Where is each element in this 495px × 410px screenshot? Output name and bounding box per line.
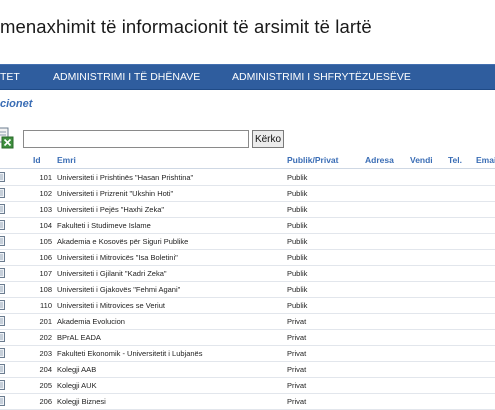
cell-name[interactable]: Kolegji Biznesi	[57, 397, 106, 406]
cell-public-private: Privat	[287, 333, 307, 342]
edit-record-icon[interactable]	[0, 300, 5, 310]
cell-id: 105	[39, 237, 52, 246]
cell-name[interactable]: Universiteti i Gjilanit "Kadri Zeka"	[57, 269, 167, 278]
edit-record-icon[interactable]	[0, 396, 5, 406]
column-header-country[interactable]: Vendi	[410, 155, 433, 165]
cell-name[interactable]: Universiteti i Gjakovës "Fehmi Agani"	[57, 285, 180, 294]
cell-name[interactable]: Akademia Evolucion	[57, 317, 125, 326]
cell-public-private: Publik	[287, 205, 308, 214]
table-row[interactable]: 206 Kolegji Biznesi Privat	[0, 393, 495, 410]
search-button[interactable]: Kërko	[252, 130, 284, 148]
column-header-name[interactable]: Emri	[57, 155, 76, 165]
cell-name[interactable]: Universiteti i Pejës "Haxhi Zeka"	[57, 205, 164, 214]
nav-item-tet[interactable]: TET	[0, 71, 20, 83]
edit-record-icon[interactable]	[0, 236, 5, 246]
cell-public-private: Privat	[287, 365, 307, 374]
app-title: menaxhimit të informacionit të arsimit t…	[0, 16, 372, 37]
table-row[interactable]: 108 Universiteti i Gjakovës "Fehmi Agani"…	[0, 281, 495, 298]
column-header-address[interactable]: Adresa	[365, 155, 394, 165]
cell-name[interactable]: Universiteti i Prizrenit "Ukshin Hoti"	[57, 189, 173, 198]
edit-record-icon[interactable]	[0, 268, 5, 278]
edit-record-icon[interactable]	[0, 252, 5, 262]
cell-id: 106	[39, 253, 52, 262]
cell-name[interactable]: Kolegji AUK	[57, 381, 97, 390]
cell-public-private: Publik	[287, 301, 308, 310]
export-excel-icon[interactable]	[0, 127, 14, 149]
cell-name[interactable]: Universiteti i Mitrovicës "Isa Boletini"	[57, 253, 178, 262]
table-row[interactable]: 110 Universiteti i Mitrovices se Veriut Pu…	[0, 297, 495, 314]
table-row[interactable]: 103 Universiteti i Pejës "Haxhi Zeka" Publ…	[0, 201, 495, 218]
column-header-id[interactable]: Id	[33, 155, 41, 165]
cell-name[interactable]: Kolegji AAB	[57, 365, 96, 374]
cell-public-private: Privat	[287, 397, 307, 406]
cell-public-private: Publik	[287, 285, 308, 294]
cell-public-private: Privat	[287, 349, 307, 358]
cell-id: 202	[39, 333, 52, 342]
cell-id: 206	[39, 397, 52, 406]
table-row[interactable]: 106 Universiteti i Mitrovicës "Isa Boleti…	[0, 249, 495, 266]
column-header-email[interactable]: Emai	[476, 155, 495, 165]
cell-id: 102	[39, 189, 52, 198]
edit-record-icon[interactable]	[0, 188, 5, 198]
cell-name[interactable]: Universiteti i Prishtinës "Hasan Prishti…	[57, 173, 193, 182]
cell-public-private: Publik	[287, 221, 308, 230]
cell-id: 110	[40, 301, 52, 310]
table-row[interactable]: 205 Kolegji AUK Privat	[0, 377, 495, 394]
table-row[interactable]: 203 Fakulteti Ekonomik - Universitetit i …	[0, 345, 495, 362]
cell-id: 201	[39, 317, 52, 326]
cell-public-private: Publik	[287, 173, 308, 182]
search-input[interactable]	[23, 130, 249, 148]
cell-id: 107	[39, 269, 52, 278]
cell-id: 203	[39, 349, 52, 358]
section-title: cionet	[0, 98, 33, 110]
nav-item-user-administration[interactable]: ADMINISTRIMI I SHFRYTËZUESËVE	[232, 71, 411, 83]
table-row[interactable]: 101 Universiteti i Prishtinës "Hasan Pris…	[0, 169, 495, 186]
cell-public-private: Publik	[287, 253, 308, 262]
cell-public-private: Privat	[287, 317, 307, 326]
cell-id: 103	[39, 205, 52, 214]
cell-name[interactable]: Akademia e Kosovës për Siguri Publike	[57, 237, 188, 246]
table-row[interactable]: 102 Universiteti i Prizrenit "Ukshin Hoti…	[0, 185, 495, 202]
cell-name[interactable]: Fakulteti Ekonomik - Universitetit i Lub…	[57, 349, 202, 358]
edit-record-icon[interactable]	[0, 348, 5, 358]
cell-public-private: Privat	[287, 381, 307, 390]
table-row[interactable]: 104 Fakulteti i Studimeve Islame Publik	[0, 217, 495, 234]
edit-record-icon[interactable]	[0, 220, 5, 230]
edit-record-icon[interactable]	[0, 332, 5, 342]
cell-id: 104	[39, 221, 52, 230]
edit-record-icon[interactable]	[0, 380, 5, 390]
edit-record-icon[interactable]	[0, 364, 5, 374]
top-navbar: TET ADMINISTRIMI I TË DHËNAVE ADMINISTRI…	[0, 64, 495, 90]
cell-public-private: Publik	[287, 269, 308, 278]
cell-name[interactable]: BPrAL EADA	[57, 333, 101, 342]
table-row[interactable]: 201 Akademia Evolucion Privat	[0, 313, 495, 330]
nav-item-data-administration[interactable]: ADMINISTRIMI I TË DHËNAVE	[53, 71, 200, 83]
cell-id: 204	[39, 365, 52, 374]
table-header: Id Emri Publik/Privat Adresa Vendi Tel. …	[0, 152, 495, 169]
cell-id: 108	[39, 285, 52, 294]
column-header-phone[interactable]: Tel.	[448, 155, 462, 165]
table-row[interactable]: 202 BPrAL EADA Privat	[0, 329, 495, 346]
edit-record-icon[interactable]	[0, 204, 5, 214]
cell-id: 205	[39, 381, 52, 390]
cell-name[interactable]: Fakulteti i Studimeve Islame	[57, 221, 151, 230]
table-row[interactable]: 204 Kolegji AAB Privat	[0, 361, 495, 378]
column-header-public-private[interactable]: Publik/Privat	[287, 155, 339, 165]
edit-record-icon[interactable]	[0, 172, 5, 182]
table-row[interactable]: 107 Universiteti i Gjilanit "Kadri Zeka" P…	[0, 265, 495, 282]
cell-public-private: Publik	[287, 237, 308, 246]
edit-record-icon[interactable]	[0, 316, 5, 326]
edit-record-icon[interactable]	[0, 284, 5, 294]
cell-id: 101	[39, 173, 52, 182]
table-row[interactable]: 105 Akademia e Kosovës për Siguri Publike…	[0, 233, 495, 250]
cell-name[interactable]: Universiteti i Mitrovices se Veriut	[57, 301, 165, 310]
cell-public-private: Publik	[287, 189, 308, 198]
